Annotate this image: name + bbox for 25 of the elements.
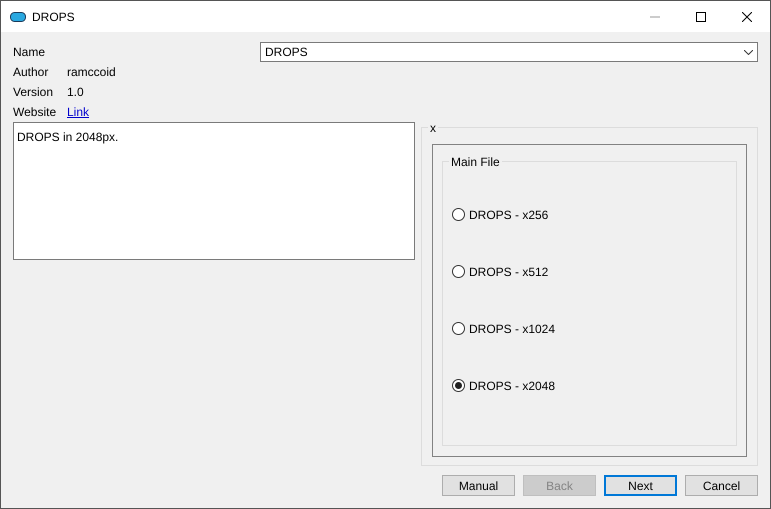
option-label[interactable]: DROPS - x256 [469, 206, 548, 224]
description-box: DROPS in 2048px. [13, 122, 415, 260]
field-value: ramccoid [67, 64, 116, 81]
field-label: Website [13, 104, 58, 121]
field-label: Version [13, 84, 54, 101]
window-title: DROPS [32, 8, 75, 26]
caret-icon [744, 50, 753, 54]
radio-button[interactable] [452, 322, 465, 335]
radio-button[interactable] [452, 265, 465, 278]
field-label: Name [13, 44, 46, 61]
option-label[interactable]: DROPS - x2048 [469, 376, 556, 394]
radio-button[interactable] [452, 379, 465, 392]
dialog-button[interactable]: Manual [442, 475, 515, 496]
dialog-button[interactable]: Next [604, 475, 677, 496]
dialog-button[interactable]: Cancel [685, 475, 758, 496]
field-label: Author [13, 64, 50, 81]
field-value: 1.0 [67, 84, 84, 101]
option-label[interactable]: DROPS - x1024 [469, 320, 556, 338]
website-link[interactable]: Link [67, 103, 90, 121]
option-label[interactable]: DROPS - x512 [469, 262, 548, 280]
close-icon[interactable] [742, 12, 752, 22]
maximize-icon[interactable] [696, 12, 706, 22]
radio-button[interactable] [452, 208, 465, 221]
name-dropdown[interactable]: DROPS [260, 42, 758, 62]
app-icon [10, 12, 26, 22]
